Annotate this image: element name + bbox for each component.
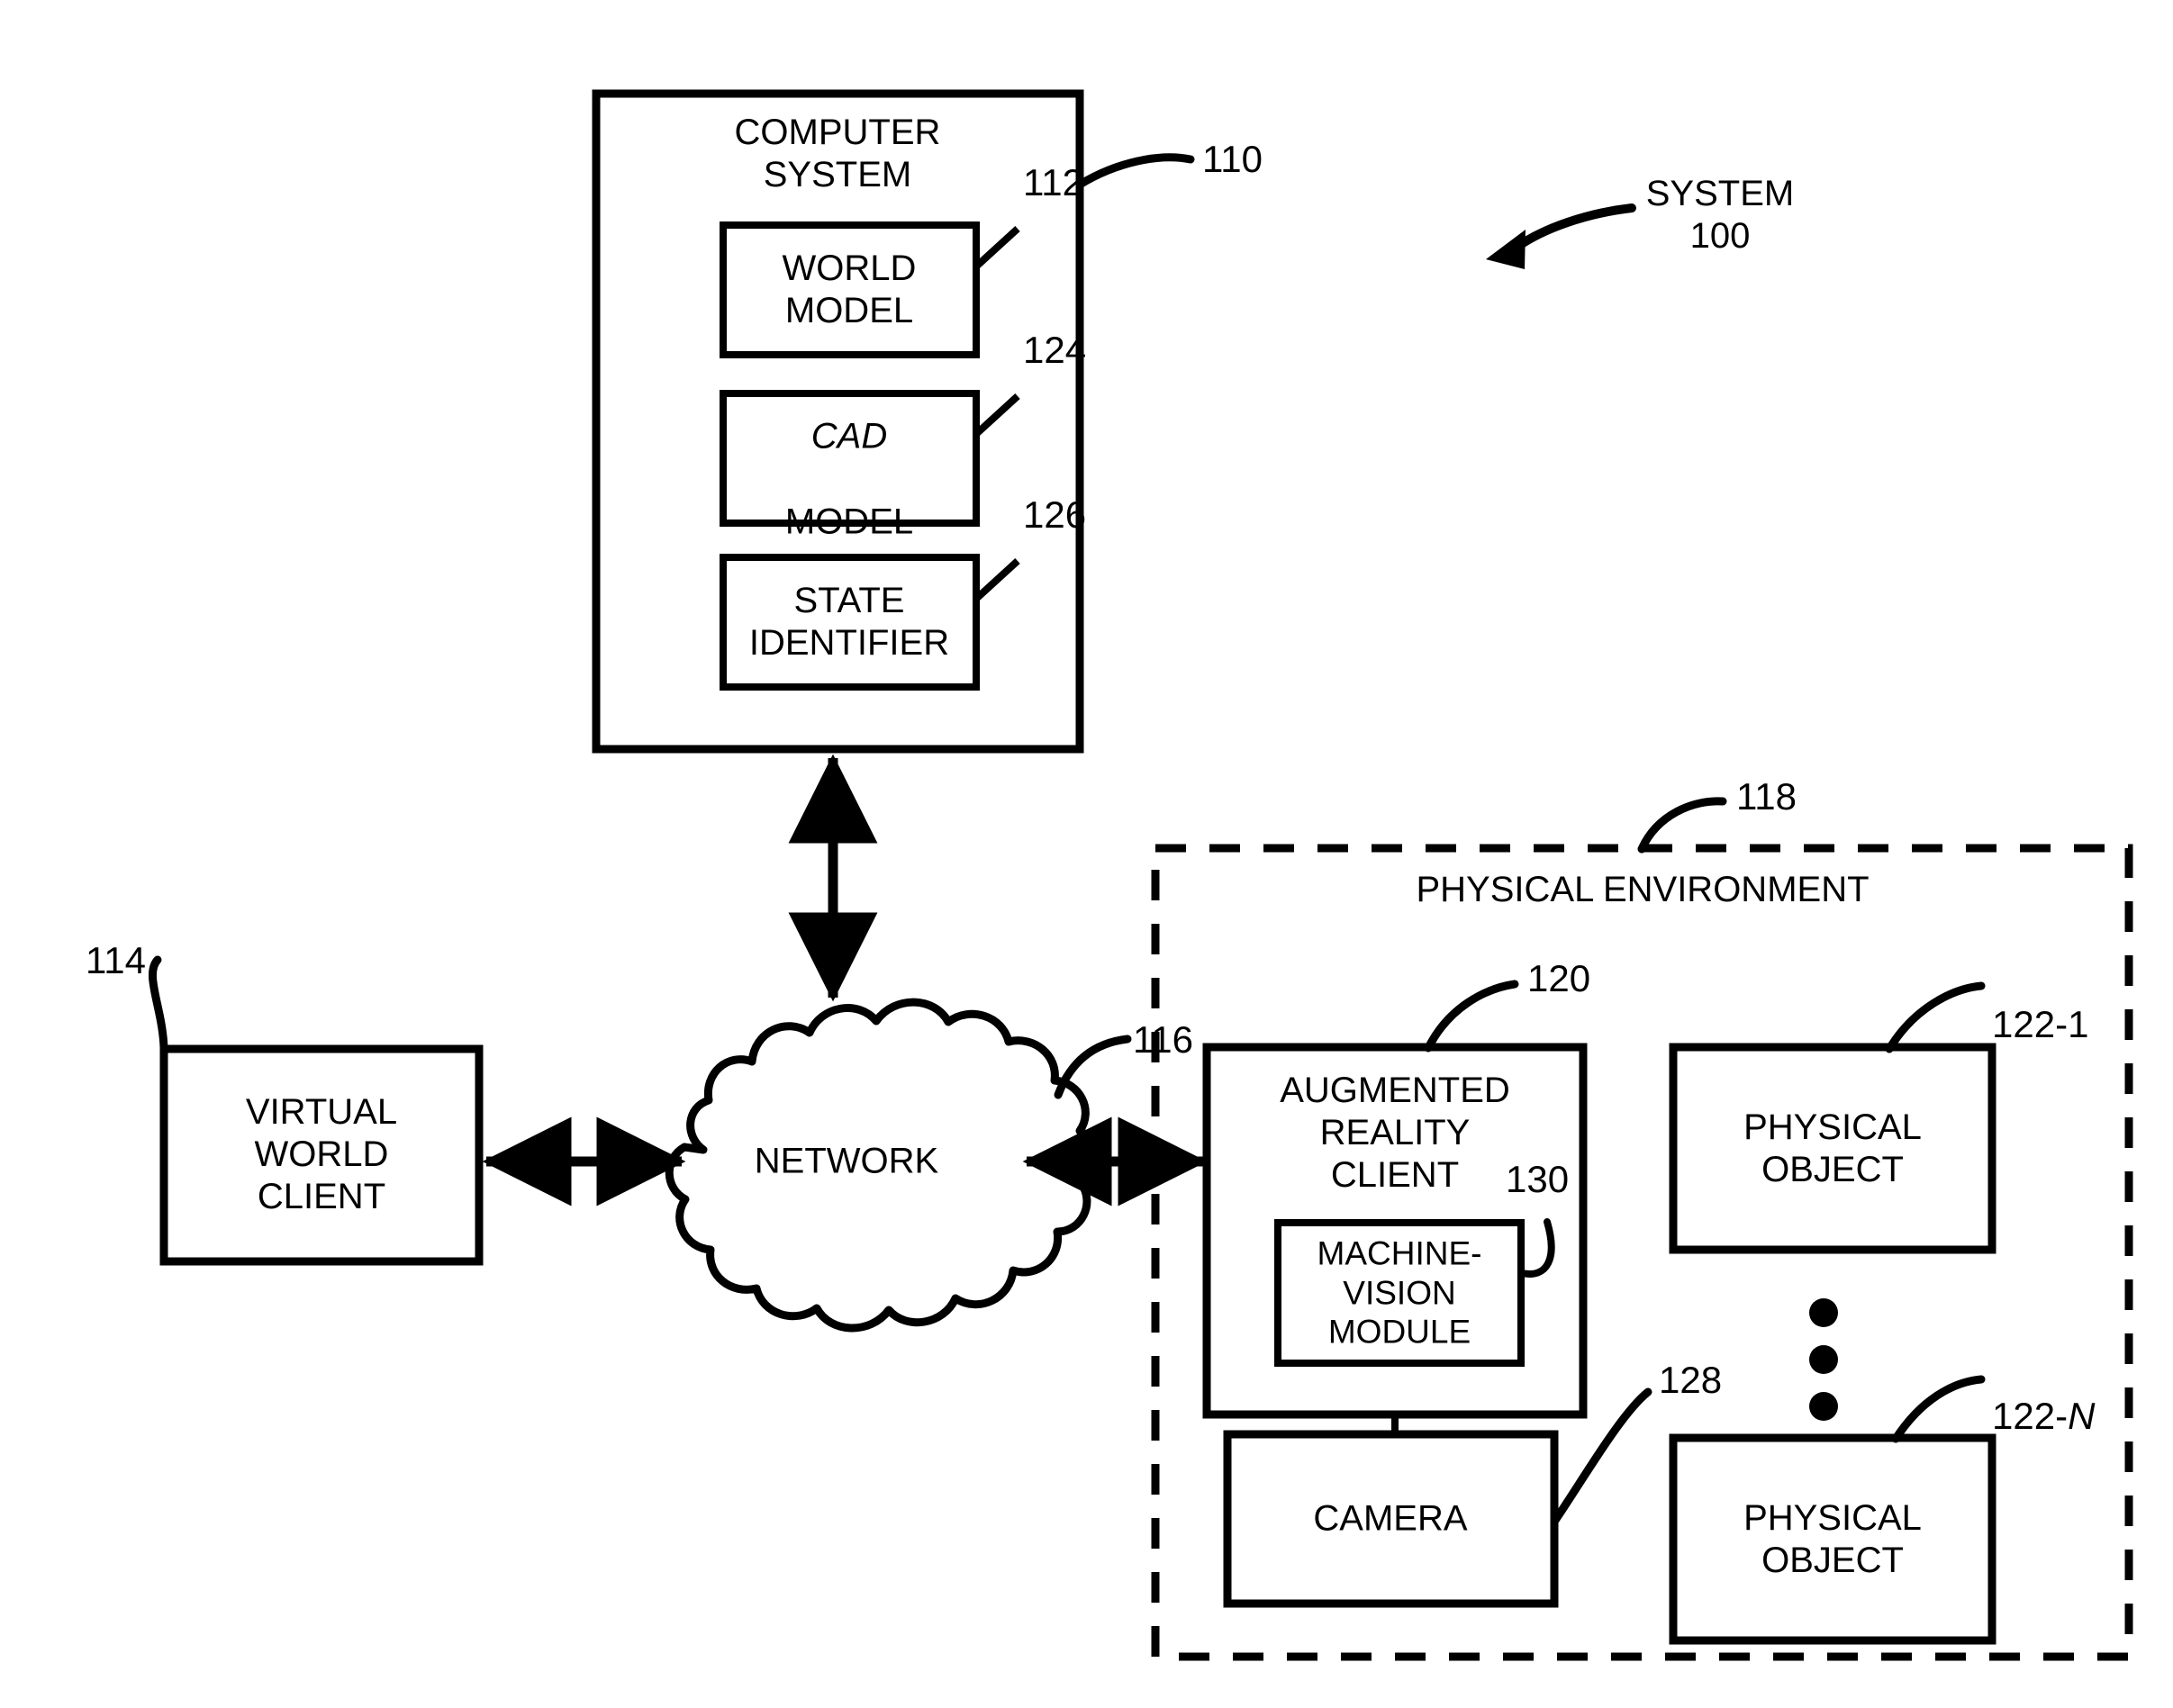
ref-120: 120 — [1527, 957, 1591, 999]
ref-114: 114 — [86, 939, 146, 981]
figure-canvas: COMPUTER SYSTEM 110 WORLD MODEL 112 CAD … — [0, 0, 2173, 1708]
world-model-title: WORLD MODEL — [782, 248, 917, 330]
ref-122-1-suffix: 1 — [2068, 1002, 2089, 1045]
network-title: NETWORK — [754, 1141, 939, 1181]
ellipsis-dot-2 — [1809, 1345, 1838, 1374]
cad-model-title-rest: MODEL — [784, 502, 914, 542]
ref-110: 110 — [1202, 138, 1263, 180]
ref-112: 112 — [1023, 161, 1083, 203]
ref-126: 126 — [1023, 493, 1087, 536]
cad-model-title-italic: CAD — [810, 416, 888, 456]
physical-environment-title: PHYSICAL ENVIRONMENT — [1416, 870, 1870, 909]
leader-118 — [1637, 797, 1727, 854]
leader-110 — [1075, 153, 1195, 189]
leader-114 — [148, 955, 168, 1052]
leader-126 — [973, 558, 1020, 601]
ref-128: 128 — [1659, 1359, 1723, 1401]
virtual-world-client-title: VIRTUAL WORLD CLIENT — [245, 1092, 398, 1217]
leader-122-1 — [1885, 981, 1986, 1053]
ref-122-1-prefix: 122- — [1992, 1002, 2069, 1045]
system-100-arrowhead — [1486, 230, 1526, 269]
camera-title: CAMERA — [1313, 1498, 1468, 1539]
machine-vision-module-title: MACHINE- VISION MODULE — [1317, 1234, 1482, 1351]
ellipsis-dot-1 — [1809, 1298, 1838, 1327]
leader-130 — [1518, 1218, 1555, 1278]
ref-122-n-prefix: 122- — [1992, 1394, 2069, 1437]
cad-model-title: CAD MODEL — [728, 374, 971, 544]
ref-130: 130 — [1506, 1158, 1570, 1200]
ellipsis-dot-3 — [1809, 1392, 1838, 1421]
ref-118: 118 — [1736, 775, 1797, 818]
computer-system-title: COMPUTER SYSTEM — [734, 113, 941, 195]
state-identifier-title: STATE IDENTIFIER — [748, 580, 950, 663]
system-100-label: SYSTEM 100 — [1645, 174, 1795, 257]
physical-object-n-title: PHYSICAL OBJECT — [1743, 1497, 1922, 1580]
ref-122-n-suffix: N — [2068, 1394, 2096, 1437]
ref-122-n: 122-N — [1992, 1349, 2095, 1438]
ref-124: 124 — [1023, 329, 1087, 371]
ref-116: 116 — [1133, 1018, 1193, 1061]
physical-object-1-title: PHYSICAL OBJECT — [1743, 1107, 1922, 1189]
leader-120 — [1424, 980, 1519, 1053]
leader-122-n — [1891, 1375, 1986, 1443]
leader-124 — [973, 393, 1020, 437]
ref-122-1: 122-1 — [1992, 957, 2088, 1046]
leader-112 — [973, 226, 1020, 269]
